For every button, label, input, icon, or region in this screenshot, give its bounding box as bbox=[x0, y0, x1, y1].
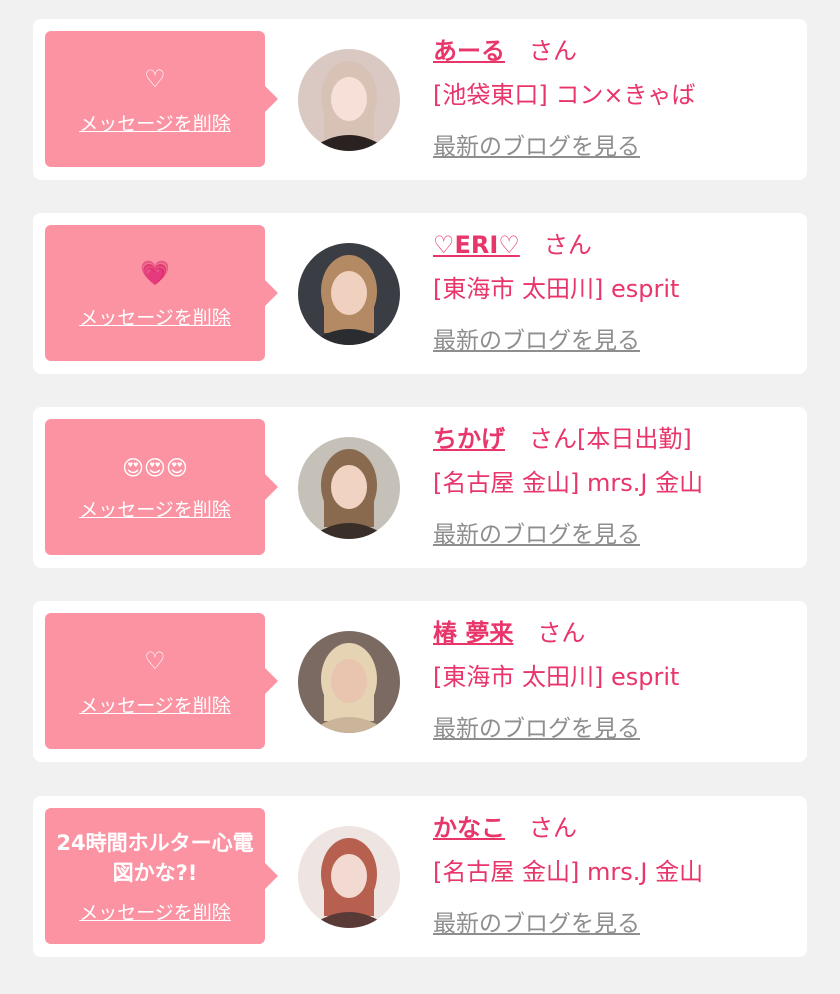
name-suffix: さん bbox=[529, 814, 577, 842]
name-suffix: さん bbox=[529, 37, 577, 65]
favorite-card: ♡ メッセージを削除 あーる さん [池袋東口] コン×きゃば最新のブログを見る bbox=[33, 19, 807, 180]
delete-message-link[interactable]: メッセージを削除 bbox=[79, 691, 231, 718]
avatar[interactable] bbox=[298, 631, 400, 733]
latest-blog-link[interactable]: 最新のブログを見る bbox=[433, 325, 640, 357]
message-text: ♡ bbox=[144, 64, 166, 93]
shop-label: [東海市 太田川] esprit bbox=[433, 663, 680, 691]
name-suffix: さん bbox=[543, 231, 592, 259]
message-text: ♡ bbox=[144, 646, 166, 675]
message-text: 😍😍😍 bbox=[122, 455, 188, 480]
cast-name-link[interactable]: あーる bbox=[433, 37, 505, 65]
name-row: ♡ERI♡ さん bbox=[433, 227, 592, 263]
favorite-card: 💗 メッセージを削除 ♡ERI♡ さん [東海市 太田川] esprit 最新のブログを見… bbox=[33, 213, 807, 374]
latest-blog-link[interactable]: 最新のブログを見る bbox=[433, 519, 640, 551]
message-text: 💗 bbox=[140, 258, 170, 287]
message-bubble: ♡ メッセージを削除 bbox=[45, 613, 278, 749]
cast-name-link[interactable]: ちかげ bbox=[433, 425, 505, 453]
name-row: 椿 夢来 さん bbox=[433, 615, 585, 651]
name-suffix: さん[本日出勤] bbox=[529, 425, 692, 453]
name-row: かなこ さん bbox=[433, 810, 577, 846]
favorites-list: ♡ メッセージを削除 あーる さん [池袋東口] コン×きゃば 最新のブログを見る 💗 メッセ… bbox=[0, 0, 840, 994]
avatar[interactable] bbox=[298, 437, 400, 539]
shop-label: [名古屋 金山] mrs.J 金山 bbox=[433, 469, 704, 497]
avatar[interactable] bbox=[298, 49, 400, 151]
message-bubble: 💗 メッセージを削除 bbox=[45, 225, 278, 361]
cast-name-link[interactable]: 椿 夢来 bbox=[433, 619, 513, 647]
latest-blog-link[interactable]: 最新のブログを見る bbox=[433, 908, 640, 940]
name-suffix: さん bbox=[537, 619, 586, 647]
latest-blog-link[interactable]: 最新のブログを見る bbox=[433, 131, 640, 163]
cast-name-link[interactable]: かなこ bbox=[433, 814, 505, 842]
name-row: あーる さん bbox=[433, 33, 577, 69]
latest-blog-link[interactable]: 最新のブログを見る bbox=[433, 713, 640, 745]
delete-message-link[interactable]: メッセージを削除 bbox=[79, 109, 231, 136]
favorite-card: 😍😍😍 メッセージを削除 ちかげ さん[本日出勤] [名古屋 金山] mrs.J 金山最… bbox=[33, 407, 807, 568]
avatar[interactable] bbox=[298, 826, 400, 928]
delete-message-link[interactable]: メッセージを削除 bbox=[79, 898, 231, 925]
delete-message-link[interactable]: メッセージを削除 bbox=[79, 303, 231, 330]
message-text: 24時間ホルター心電図かな?! bbox=[56, 830, 254, 885]
delete-message-link[interactable]: メッセージを削除 bbox=[79, 495, 231, 522]
name-row: ちかげ さん[本日出勤] bbox=[433, 421, 692, 457]
shop-label: [池袋東口] コン×きゃば bbox=[433, 81, 696, 109]
message-bubble: 24時間ホルター心電図かな?! メッセージを削除 bbox=[45, 808, 278, 944]
favorite-card: ♡ メッセージを削除 椿 夢来 さん [東海市 太田川] esprit 最新のブログを見る bbox=[33, 601, 807, 762]
avatar[interactable] bbox=[298, 243, 400, 345]
favorite-card: 24時間ホルター心電図かな?! メッセージを削除 かなこ さん [名古屋 金山] mrs… bbox=[33, 796, 807, 957]
cast-name-link[interactable]: ♡ERI♡ bbox=[433, 231, 520, 259]
message-bubble: 😍😍😍 メッセージを削除 bbox=[45, 419, 278, 555]
shop-label: [名古屋 金山] mrs.J 金山 bbox=[433, 858, 704, 886]
message-bubble: ♡ メッセージを削除 bbox=[45, 31, 278, 167]
shop-label: [東海市 太田川] esprit bbox=[433, 275, 680, 303]
